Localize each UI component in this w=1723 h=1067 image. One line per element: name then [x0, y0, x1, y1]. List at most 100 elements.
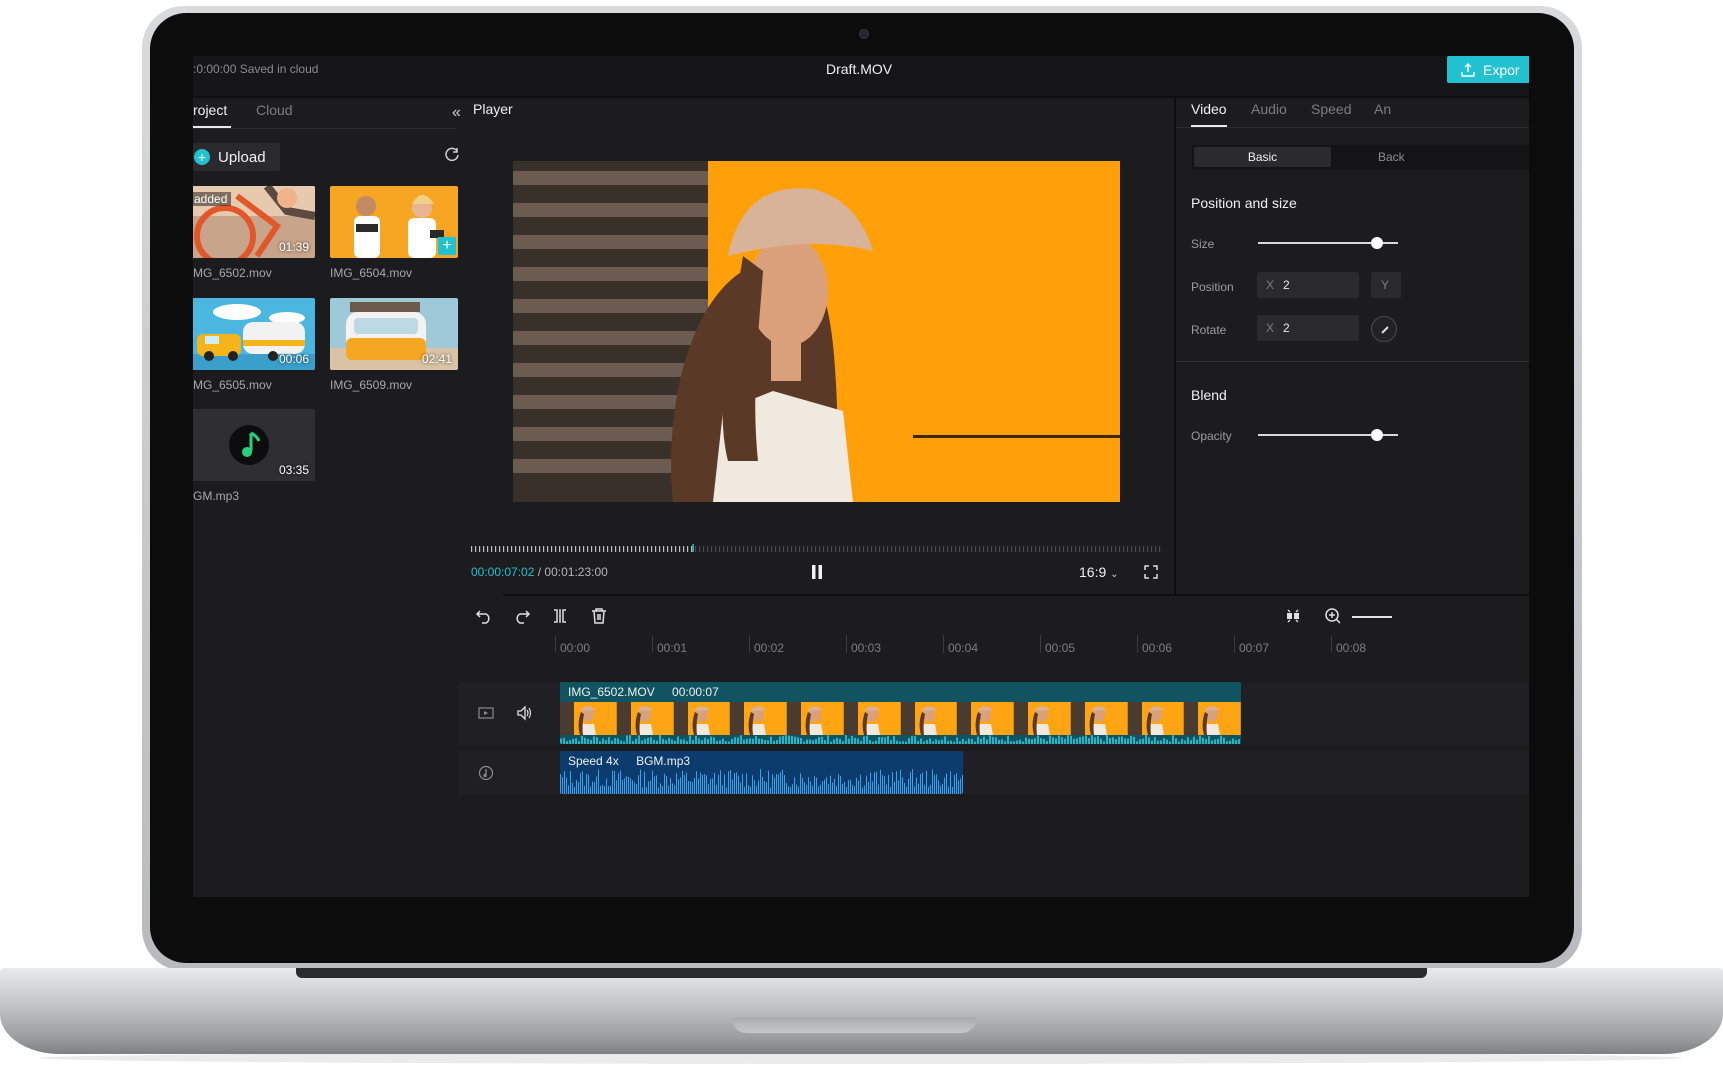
segment-background[interactable]: Back: [1378, 150, 1405, 164]
position-y-field[interactable]: Y: [1371, 272, 1401, 298]
waveform-bar: [1151, 740, 1153, 744]
waveform-bar: [576, 780, 577, 794]
waveform-bar: [648, 781, 649, 794]
waveform-bar: [714, 772, 715, 794]
scrub-tick: [1131, 546, 1133, 552]
position-label: Position: [1191, 280, 1234, 294]
waveform-bar: [564, 771, 565, 794]
scrub-tick: [827, 546, 829, 552]
media-thumb-img6502[interactable]: added 01:39: [193, 186, 315, 258]
tab-speed[interactable]: Speed: [1311, 101, 1351, 117]
tab-project[interactable]: roject: [193, 102, 227, 118]
waveform-bar: [638, 775, 639, 794]
media-duration: 03:35: [278, 463, 309, 477]
waveform-bar: [731, 738, 733, 744]
scrub-tick: [863, 546, 865, 552]
waveform-bar: [923, 741, 925, 744]
waveform-bar: [960, 778, 961, 794]
scrub-tick: [1099, 546, 1101, 552]
aspect-ratio-dropdown[interactable]: 16:9 ⌄: [1079, 564, 1119, 580]
waveform-bar: [653, 739, 655, 744]
add-to-timeline-button[interactable]: +: [438, 237, 456, 255]
scrub-tick: [743, 546, 745, 552]
waveform-bar: [764, 739, 766, 744]
scrub-tick: [1039, 546, 1041, 552]
scrub-tick: [1043, 546, 1045, 552]
waveform-bar: [767, 740, 769, 744]
video-clip-caption: IMG_6502.MOV 00:00:07: [568, 685, 719, 699]
scrub-tick: [1003, 546, 1005, 552]
video-preview[interactable]: [513, 161, 1120, 502]
delete-icon[interactable]: [590, 607, 608, 625]
waveform-bar: [842, 783, 843, 794]
scrub-tick: [775, 546, 777, 552]
refresh-icon[interactable]: [444, 147, 462, 165]
audio-clip[interactable]: Speed 4x BGM.mp3: [560, 751, 963, 794]
waveform-bar: [774, 777, 775, 794]
waveform-bar: [634, 782, 635, 794]
volume-icon[interactable]: [516, 705, 532, 721]
audio-clip-speed: Speed 4x: [568, 754, 619, 768]
pause-button[interactable]: [810, 564, 824, 580]
opacity-slider-handle[interactable]: [1371, 429, 1383, 441]
tab-cloud[interactable]: Cloud: [256, 102, 293, 118]
waveform-bar: [1193, 736, 1195, 744]
zoom-slider[interactable]: [1352, 616, 1392, 618]
waveform-bar: [737, 737, 739, 744]
waveform-bar: [904, 783, 905, 794]
rotate-field[interactable]: X 2: [1257, 315, 1359, 341]
snap-icon[interactable]: [1284, 607, 1302, 625]
timecode: 00:00:07:02 / 00:01:23:00: [471, 565, 608, 579]
waveform-bar: [888, 774, 889, 794]
scrub-tick: [483, 546, 485, 552]
scrub-tick: [951, 546, 953, 552]
waveform-bar: [752, 775, 753, 794]
waveform-bar: [868, 781, 869, 794]
waveform-bar: [724, 774, 725, 794]
waveform-bar: [1121, 736, 1123, 744]
media-thumb-bgm[interactable]: 03:35: [193, 409, 315, 481]
export-button[interactable]: Expor: [1447, 56, 1529, 83]
tab-video[interactable]: Video: [1191, 101, 1227, 117]
position-x-field[interactable]: X 2: [1257, 272, 1359, 298]
waveform-bar: [863, 736, 865, 744]
x-axis-label: X: [1266, 278, 1275, 292]
media-thumb-img6509[interactable]: 02:41: [330, 298, 458, 370]
scrub-tick: [499, 546, 501, 552]
double-chevron-left-icon[interactable]: «: [452, 104, 461, 122]
scrub-tick: [727, 546, 729, 552]
waveform-bar: [956, 737, 958, 744]
waveform-bar: [800, 738, 802, 744]
redo-icon[interactable]: [513, 607, 531, 625]
tab-animation[interactable]: An: [1374, 101, 1391, 117]
waveform-bar: [854, 737, 856, 744]
scrub-tick: [495, 546, 497, 552]
waveform-bar: [906, 786, 907, 794]
waveform-bar: [857, 738, 859, 744]
right-tab-divider: [1176, 127, 1529, 128]
project-title[interactable]: Draft.MOV: [826, 61, 892, 77]
waveform-bar: [839, 738, 841, 744]
tab-audio[interactable]: Audio: [1251, 101, 1287, 117]
split-icon[interactable]: [551, 607, 569, 625]
upload-button[interactable]: + Upload: [193, 143, 280, 171]
editor-screen: :0:00:00 Saved in cloud Draft.MOV Expor …: [193, 56, 1529, 897]
segment-basic[interactable]: Basic: [1194, 147, 1331, 167]
video-clip[interactable]: IMG_6502.MOV 00:00:07: [560, 682, 1241, 744]
zoom-in-icon[interactable]: [1324, 607, 1342, 625]
media-thumb-img6505[interactable]: 00:06: [193, 298, 315, 370]
waveform-bar: [1109, 738, 1111, 744]
laptop-base: [0, 968, 1723, 1054]
fullscreen-icon[interactable]: [1144, 565, 1158, 579]
waveform-bar: [686, 741, 688, 744]
rotate-dial-icon[interactable]: [1371, 316, 1397, 342]
scrub-tick: [511, 546, 513, 552]
waveform-bar: [572, 738, 574, 744]
waveform-bar: [620, 770, 621, 794]
scrub-bar[interactable]: [471, 544, 1163, 552]
undo-icon[interactable]: [475, 607, 493, 625]
playhead[interactable]: [692, 544, 694, 552]
size-slider-handle[interactable]: [1371, 237, 1383, 249]
edit-toolbar: [458, 597, 1529, 635]
media-thumb-img6504[interactable]: +: [330, 186, 458, 258]
